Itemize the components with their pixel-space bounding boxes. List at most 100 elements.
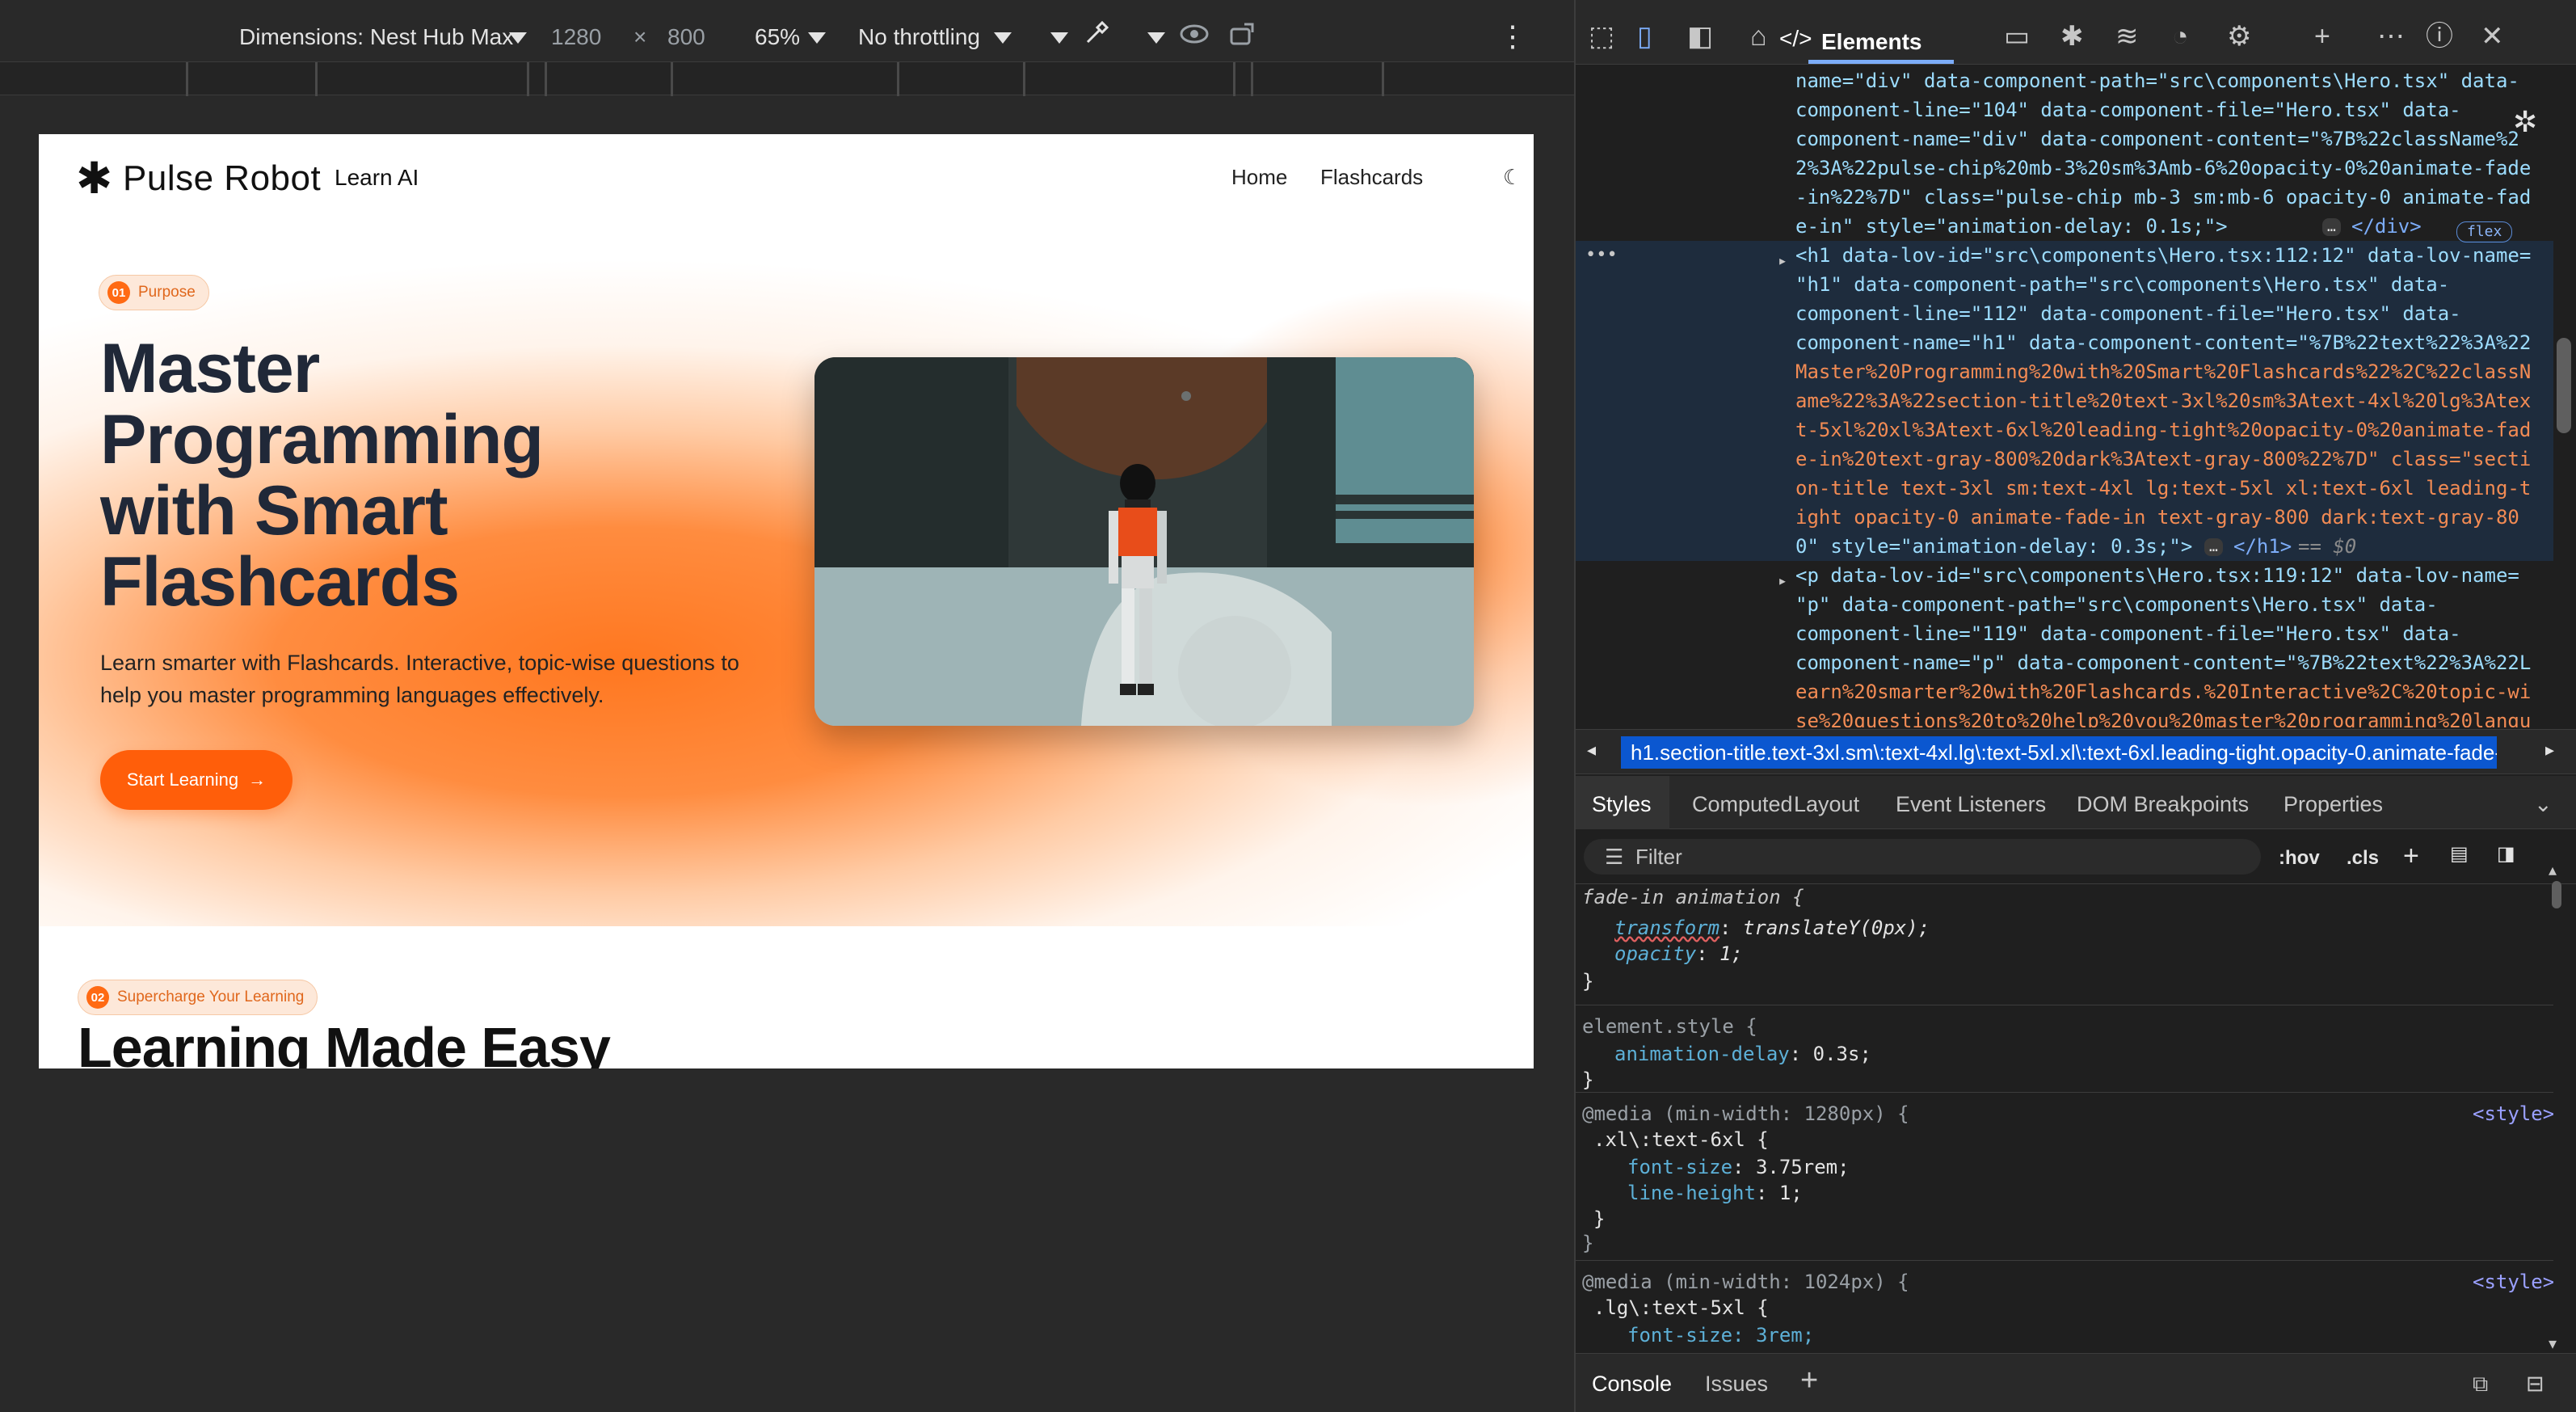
dom-line[interactable]: component-name="p" data-component-conten… [1795,648,2531,677]
ruler-tick[interactable] [1233,62,1235,96]
dom-line[interactable]: "h1" data-component-path="src\components… [1795,270,2449,299]
accessibility-icon[interactable]: ✲ [2513,105,2537,139]
more-tabs-icon[interactable]: ⋯ [2377,23,2405,50]
moon-icon[interactable]: ☾ [1503,165,1522,190]
tab-computed[interactable]: Computed [1692,792,1793,817]
code-icon[interactable]: </> [1779,27,1812,50]
more-options-icon[interactable]: ⋮ [1498,19,1527,53]
tab-event-listeners[interactable]: Event Listeners [1896,792,2046,817]
wifi-icon[interactable]: ≋ [2115,23,2139,50]
chevron-down-icon[interactable] [1050,32,1068,44]
ruler-tick[interactable] [186,62,188,96]
throttling-select[interactable]: No throttling [858,24,980,50]
tab-issues[interactable]: Issues [1705,1372,1768,1397]
ruler-tick[interactable] [1382,62,1384,96]
dom-line[interactable]: component-line="112" data-component-file… [1795,299,2461,328]
ruler-tick[interactable] [315,62,318,96]
css-property[interactable]: animation-delay: 0.3s; [1614,1041,1871,1067]
dom-line[interactable]: se%20questions%20to%20help%20you%20maste… [1795,706,2531,727]
class-toggle[interactable]: .cls [2347,847,2379,870]
dom-line[interactable]: <h1 data-lov-id="src\components\Hero.tsx… [1795,241,2531,270]
tab-console[interactable]: Console [1592,1372,1672,1397]
ruler-tick[interactable] [671,62,673,96]
dom-line[interactable]: component-name="h1" data-component-conte… [1795,328,2531,357]
chevron-down-icon[interactable] [994,32,1012,44]
add-tab-icon[interactable]: + [2314,23,2330,50]
performance-icon[interactable]: ◔ [2172,23,2189,50]
brand-logo-icon[interactable]: ✱ [76,157,112,200]
dom-line[interactable]: earn%20smarter%20with%20Flashcards.%20In… [1795,677,2531,706]
new-window-icon[interactable]: ⧉ [2473,1372,2488,1397]
bug-icon[interactable]: ✱ [2060,23,2084,50]
device-dimensions-select[interactable]: Dimensions: Nest Hub Max [239,24,513,50]
dom-line[interactable]: name="div" data-component-path="src\comp… [1795,66,2519,95]
scroll-down-icon[interactable]: ▾ [2549,1334,2557,1354]
new-rule-icon[interactable]: + [2403,841,2419,872]
dom-line[interactable]: 2%3A%22pulse-chip%20mb-3%20sm%3Amb-6%20o… [1795,154,2531,183]
sidebar-toggle-icon[interactable]: ◨ [2497,842,2515,866]
tab-elements[interactable]: Elements [1821,29,1922,55]
paint-brush-icon[interactable]: ▤ [2450,842,2469,866]
tab-layout[interactable]: Layout [1794,792,1859,817]
style-source-link[interactable]: <style> [2473,1269,2553,1295]
css-property[interactable]: line-height: 1; [1627,1180,1803,1206]
dom-line[interactable]: <p data-lov-id="src\components\Hero.tsx:… [1795,561,2519,590]
tab-properties[interactable]: Properties [2283,792,2383,817]
dom-line[interactable]: ight opacity-0 animate-fade-in text-gray… [1795,503,2519,532]
node-actions-icon[interactable]: ••• [1585,241,1618,270]
ruler-tick[interactable] [897,62,899,96]
close-icon[interactable]: ✕ [2481,23,2504,50]
css-property[interactable]: font-size: 3.75rem; [1627,1154,1850,1180]
help-icon[interactable]: ⓘ [2426,23,2453,50]
dom-line[interactable]: -in%22%7D" class="pulse-chip mb-3 sm:mb-… [1795,183,2531,212]
styles-filter-input[interactable]: ☰ Filter [1584,839,2261,875]
zoom-select[interactable]: 65% [755,24,800,50]
dom-scrollbar-thumb[interactable] [2557,338,2571,433]
dom-line[interactable]: Master%20Programming%20with%20Smart%20Fl… [1795,357,2531,386]
breadcrumb-selected-node[interactable]: h1.section-title.text-3xl.sm\:text-4xl.l… [1621,736,2497,769]
ruler-tick[interactable] [527,62,529,96]
dom-line[interactable]: ame%22%3A%22section-title%20text-3xl%20s… [1795,386,2531,415]
tab-styles[interactable]: Styles [1592,792,1652,817]
tab-dom-breakpoints[interactable]: DOM Breakpoints [2077,792,2249,817]
nav-link-home[interactable]: Home [1231,165,1287,190]
expand-triangle-icon[interactable]: ▸ [1778,246,1787,275]
css-property[interactable]: font-size: 3rem; [1627,1322,1814,1348]
device-toolbar-icon[interactable]: ▯ [1637,23,1652,50]
dom-line[interactable]: component-name="div" data-component-cont… [1795,124,2519,154]
dom-line[interactable]: on-title text-3xl sm:text-4xl lg:text-5x… [1795,474,2531,503]
rotate-device-icon[interactable] [1228,21,1259,47]
ruler-tick[interactable] [545,62,547,96]
inspect-icon[interactable]: ⬚ [1589,23,1614,50]
css-property[interactable]: opacity: 1; [1614,941,1743,967]
ruler-tick[interactable] [1251,62,1253,96]
scroll-left-icon[interactable]: ◂ [1587,740,1596,761]
ruler-tick[interactable] [1023,62,1025,96]
chevron-down-icon[interactable] [808,32,826,44]
dom-line[interactable]: e-in" style="animation-delay: 0.1s;"> [1795,212,2228,241]
expand-triangle-icon[interactable]: ▸ [1778,566,1787,595]
dom-line[interactable]: t-5xl%20xl%3Atext-6xl%20leading-tight%20… [1795,415,2531,445]
eye-icon[interactable] [1180,23,1209,45]
collapse-drawer-icon[interactable]: ⊟ [2526,1372,2544,1397]
gear-icon[interactable]: ⚙ [2227,23,2251,50]
dom-line[interactable]: 0" style="animation-delay: 0.3s;"> [1795,532,2192,561]
ellipsis-badge[interactable]: … [2204,532,2223,561]
viewport-height-input[interactable]: 800 [667,24,705,50]
scroll-right-icon[interactable]: ▸ [2545,740,2554,761]
css-property[interactable]: transform: translateY(0px); [1614,915,1930,941]
scroll-up-icon[interactable]: ▴ [2549,860,2557,880]
chevron-down-icon[interactable] [1147,32,1165,44]
chevron-down-icon[interactable]: ⌄ [2534,792,2553,817]
dom-line[interactable]: "p" data-component-path="src\components\… [1795,590,2438,619]
ellipsis-badge[interactable]: … [2322,212,2341,241]
flex-badge[interactable]: flex [2456,215,2513,244]
console-icon[interactable]: ▭ [2004,23,2030,50]
home-icon[interactable]: ⌂ [1750,23,1767,50]
styles-scrollbar-thumb[interactable] [2552,881,2561,908]
hover-state-toggle[interactable]: :hov [2279,847,2320,870]
dock-side-icon[interactable]: ◧ [1687,23,1713,50]
add-drawer-tab-icon[interactable]: + [1800,1364,1818,1398]
viewport-width-input[interactable]: 1280 [551,24,601,50]
eyedropper-icon[interactable] [1083,19,1110,47]
